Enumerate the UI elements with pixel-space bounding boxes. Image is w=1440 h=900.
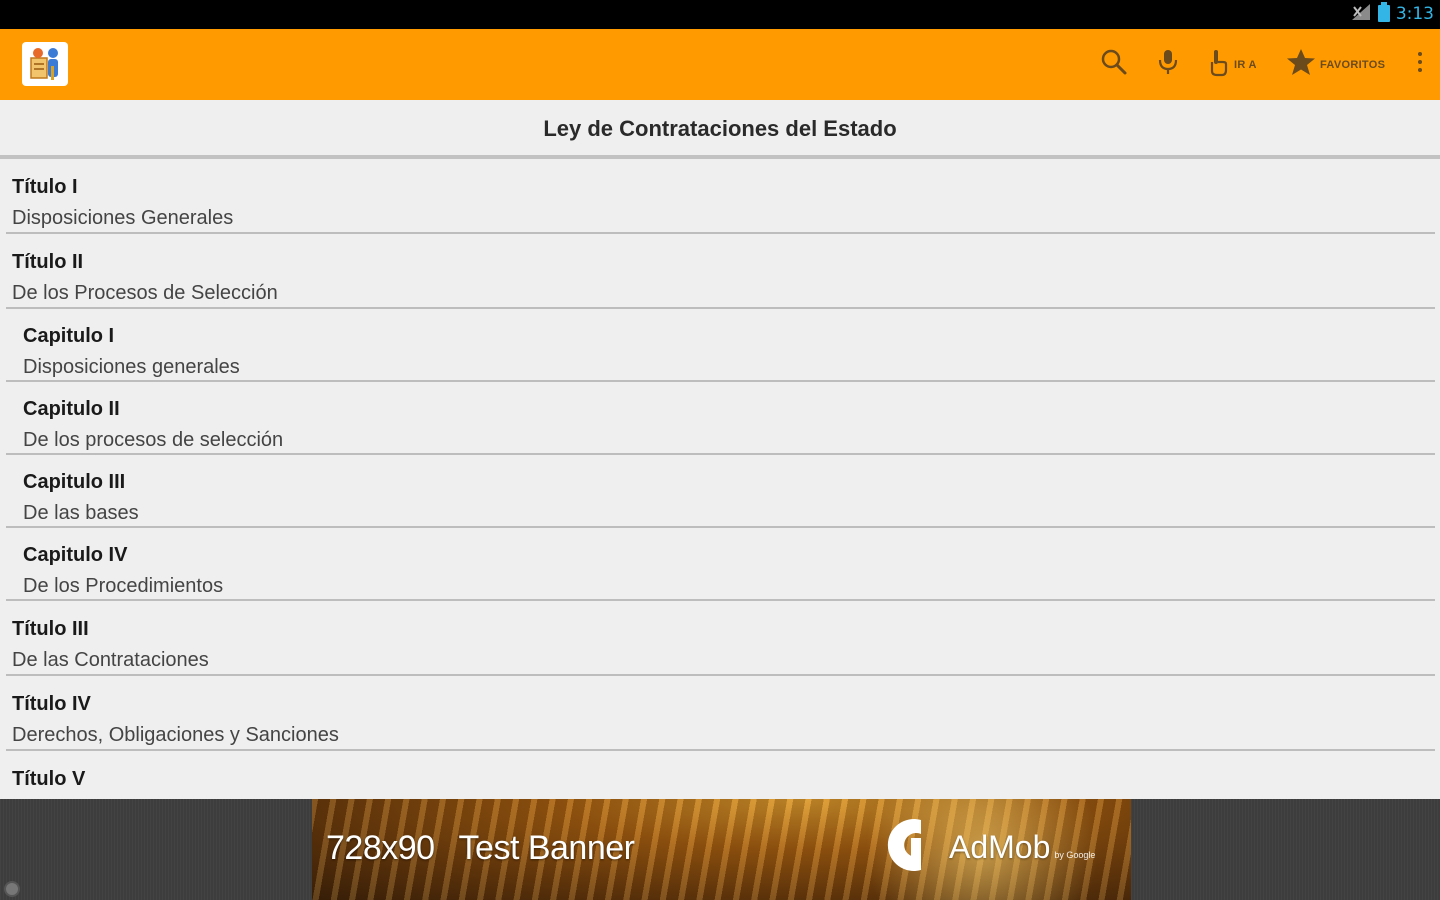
go-to-label: IR A (1234, 58, 1257, 71)
favorites-label: FAVORITOS (1320, 58, 1386, 71)
list-item[interactable]: Título IV Derechos, Obligaciones y Sanci… (0, 676, 1440, 751)
clock: 3:13 (1395, 4, 1434, 24)
list-item-title: Título I (12, 176, 78, 198)
list-item-subtitle: Disposiciones Generales (12, 207, 234, 229)
overflow-menu-icon (1412, 49, 1428, 80)
list-item[interactable]: Capitulo IV De los Procedimientos (0, 528, 1440, 601)
pointer-hand-icon (1208, 47, 1230, 82)
voice-search-button[interactable] (1156, 29, 1180, 100)
admob-icon (877, 816, 935, 879)
app-logo-icon[interactable] (22, 42, 68, 86)
search-icon (1100, 48, 1128, 81)
list-item-subtitle: Disposiciones generales (23, 356, 240, 378)
ad-banner[interactable]: 728x90 Test Banner AdMob by Google (312, 799, 1131, 900)
ad-banner-text: 728x90 Test Banner (326, 829, 635, 868)
list-item-title: Título II (12, 251, 84, 273)
list-item-subtitle: De las bases (23, 502, 139, 524)
star-icon (1286, 48, 1316, 81)
page-title: Ley de Contrataciones del Estado (543, 116, 897, 141)
list-item[interactable]: Título V (0, 751, 1440, 799)
table-of-contents-list[interactable]: Título I Disposiciones Generales Título … (0, 159, 1440, 799)
list-item-title: Capitulo IV (23, 544, 128, 566)
list-item-title: Capitulo III (23, 471, 126, 493)
list-item[interactable]: Capitulo I Disposiciones generales (0, 309, 1440, 382)
admob-logo: AdMob by Google (877, 817, 1095, 877)
list-item-title: Capitulo II (23, 398, 120, 420)
list-item-subtitle: Derechos, Obligaciones y Sanciones (12, 724, 339, 746)
ad-info-icon[interactable] (4, 881, 20, 897)
battery-icon (1377, 1, 1390, 27)
list-item-subtitle: De los Procesos de Selección (12, 282, 278, 304)
ad-strip: 728x90 Test Banner AdMob by Google (0, 799, 1440, 900)
list-item[interactable]: Título I Disposiciones Generales (0, 159, 1440, 234)
go-to-button[interactable]: IR A (1208, 29, 1257, 100)
list-item[interactable]: Capitulo III De las bases (0, 455, 1440, 528)
list-item-subtitle: De las Contrataciones (12, 649, 209, 671)
list-item-title: Título III (12, 618, 89, 640)
list-item[interactable]: Título III De las Contrataciones (0, 601, 1440, 676)
ad-test-banner-text: Test Banner (458, 829, 635, 867)
list-item-title: Capitulo I (23, 325, 115, 347)
signal-icon (1350, 3, 1372, 26)
action-bar: IR A FAVORITOS (0, 29, 1440, 100)
ad-size-text: 728x90 (326, 829, 435, 867)
admob-brand: AdMob (949, 828, 1051, 865)
list-item-subtitle: De los procesos de selección (23, 429, 284, 451)
microphone-icon (1156, 48, 1180, 81)
admob-by-google: by Google (1054, 850, 1096, 860)
list-item-title: Título IV (12, 693, 91, 715)
list-item[interactable]: Capitulo II De los procesos de selección (0, 382, 1440, 455)
list-item-subtitle: De los Procedimientos (23, 575, 224, 597)
search-button[interactable] (1100, 29, 1128, 100)
overflow-menu-button[interactable] (1412, 29, 1428, 100)
status-bar: 3:13 (0, 0, 1440, 29)
list-item-title: Título V (12, 768, 86, 790)
list-item[interactable]: Título II De los Procesos de Selección (0, 234, 1440, 309)
status-icons: 3:13 (1350, 1, 1434, 27)
favorites-button[interactable]: FAVORITOS (1286, 29, 1385, 100)
